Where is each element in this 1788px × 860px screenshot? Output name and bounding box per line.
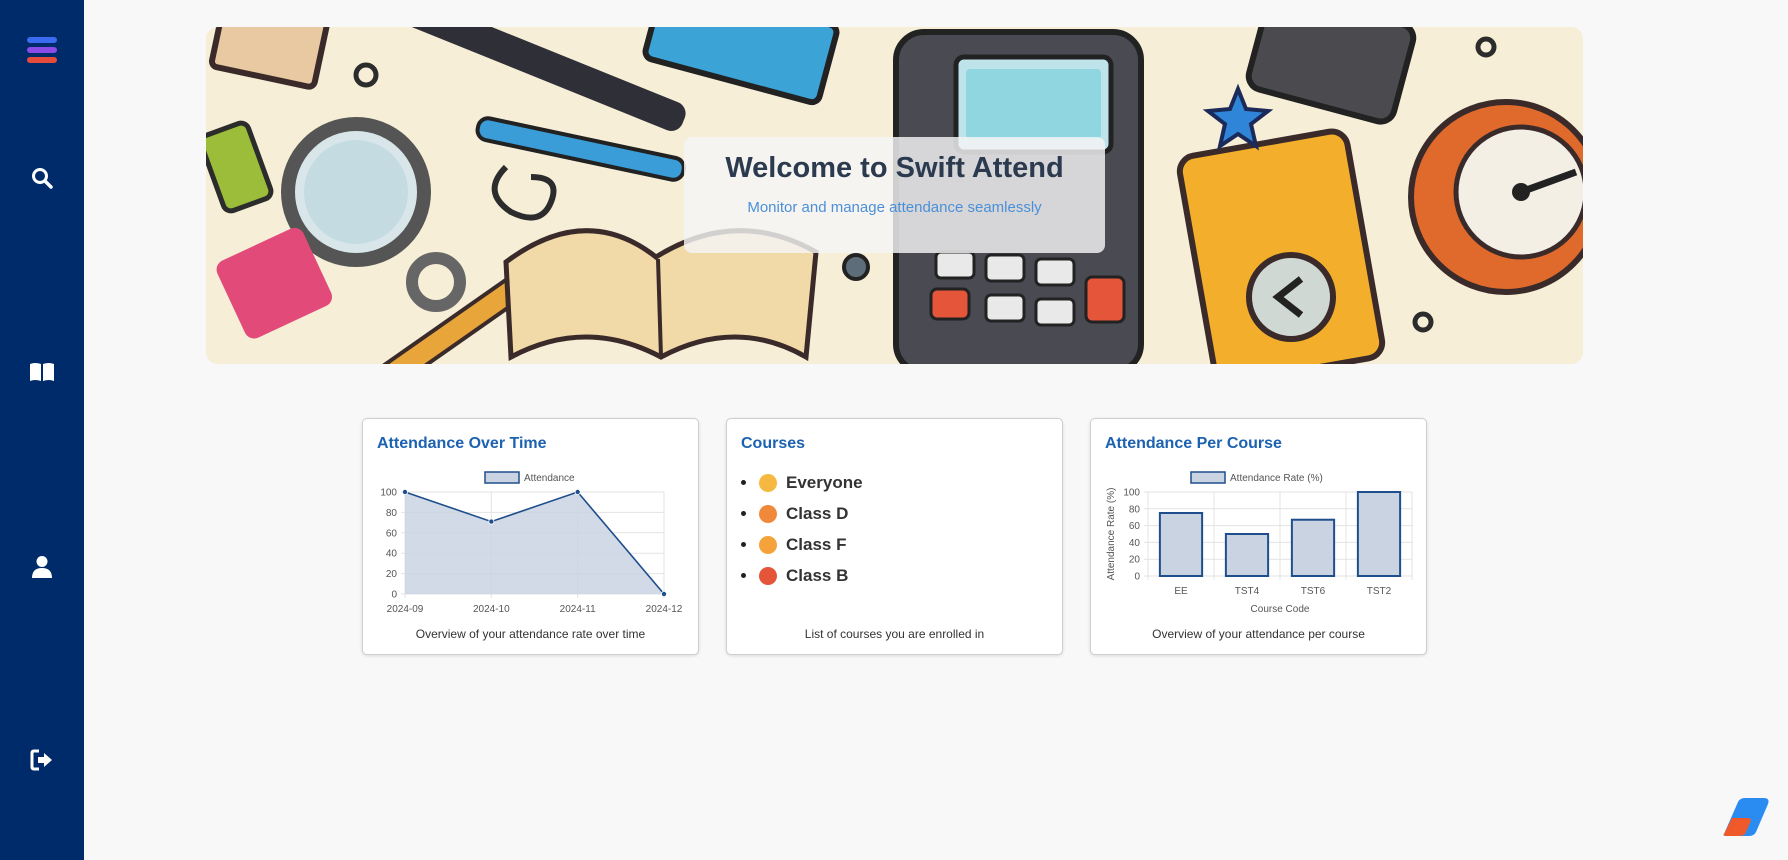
data-point [574, 489, 581, 496]
legend-swatch [1190, 471, 1226, 484]
list-item: Class B [741, 560, 863, 591]
y-tick-label: 80 [386, 508, 398, 519]
card-title: Courses [741, 435, 806, 452]
y-axis-label: Attendance Rate (%) [1106, 488, 1117, 581]
emoji-icon [759, 473, 777, 492]
x-tick-label: 2024-11 [560, 604, 596, 615]
logout-button[interactable] [0, 736, 84, 784]
y-tick-label: 40 [386, 549, 398, 560]
emoji-icon [759, 504, 777, 523]
y-tick-label: 60 [386, 528, 398, 539]
page-subtitle: Monitor and manage attendance seamlessly [747, 199, 1042, 216]
attendance-over-time-card: Attendance Over Time Attendance 0 20 40 60 80… [362, 418, 699, 655]
book-icon [30, 363, 54, 381]
attendance-per-course-chart: Attendance Rate (%) 0 20 40 60 80 100 EE TST4 TST… [1106, 471, 1413, 615]
search-icon [32, 168, 53, 189]
x-tick-label: TST2 [1367, 586, 1392, 597]
bullet [741, 542, 746, 547]
floating-action-button[interactable] [1718, 790, 1774, 842]
x-tick-label: 2024-12 [646, 604, 683, 615]
attendance-over-time-chart: Attendance 0 20 40 60 80 100 2024-09 2024-10 2024… [380, 471, 683, 615]
hero-card: Welcome to Swift Attend Monitor and mana… [684, 137, 1105, 253]
card-footer: Overview of your attendance per course [1152, 627, 1365, 641]
y-tick-label: 100 [1123, 488, 1140, 499]
menu-button[interactable] [0, 26, 84, 74]
emoji-icon [759, 566, 777, 585]
course-label: Class B [786, 565, 849, 585]
y-tick-label: 0 [1134, 572, 1140, 583]
bar [1290, 518, 1336, 577]
x-tick-label: 2024-09 [387, 604, 424, 615]
x-tick-label: 2024-10 [473, 604, 510, 615]
profile-button[interactable] [0, 543, 84, 591]
search-button[interactable] [0, 154, 84, 202]
app-logo-icon [1723, 798, 1769, 836]
logout-icon [30, 749, 52, 771]
y-tick-label: 100 [380, 488, 397, 499]
card-footer: Overview of your attendance rate over ti… [415, 627, 646, 641]
x-tick-label: TST6 [1301, 586, 1326, 597]
y-tick-label: 80 [1129, 504, 1141, 515]
x-tick-label: EE [1174, 586, 1188, 597]
page-title: Welcome to Swift Attend [725, 152, 1064, 184]
card-footer: List of courses you are enrolled in [804, 627, 985, 641]
bullet [741, 480, 746, 485]
courses-button[interactable] [0, 348, 84, 396]
list-item: Class F [741, 529, 863, 560]
bar [1158, 512, 1204, 577]
list-item: Class D [741, 498, 863, 529]
legend-label: Attendance [524, 473, 575, 484]
course-list: Everyone Class D Class F Class B [741, 467, 863, 591]
y-tick-label: 20 [386, 569, 398, 580]
x-tick-label: TST4 [1235, 586, 1260, 597]
data-point [660, 590, 667, 597]
y-tick-label: 40 [1129, 538, 1141, 549]
list-item: Everyone [741, 467, 863, 498]
bullet [741, 573, 746, 578]
data-point [402, 489, 409, 496]
course-label: Class F [786, 534, 847, 554]
bullet [741, 511, 746, 516]
data-point [488, 518, 495, 525]
y-tick-label: 60 [1129, 521, 1141, 532]
y-tick-label: 20 [1129, 555, 1141, 566]
user-icon [32, 556, 52, 578]
legend-swatch [484, 471, 520, 484]
hero-banner: Welcome to Swift Attend Monitor and mana… [206, 27, 1583, 364]
courses-card: Courses Everyone Class D Class F Class B Li… [726, 418, 1063, 655]
legend-label: Attendance Rate (%) [1230, 473, 1323, 484]
bar [1224, 533, 1270, 577]
x-axis-label: Course Code [1251, 604, 1310, 615]
course-label: Class D [786, 503, 849, 523]
course-label: Everyone [786, 472, 863, 492]
menu-icon [27, 37, 57, 63]
emoji-icon [759, 535, 777, 554]
bar [1356, 491, 1402, 577]
attendance-per-course-card: Attendance Per Course Attendance Rate (%… [1090, 418, 1427, 655]
sidebar [0, 0, 84, 860]
y-tick-label: 0 [391, 590, 397, 601]
